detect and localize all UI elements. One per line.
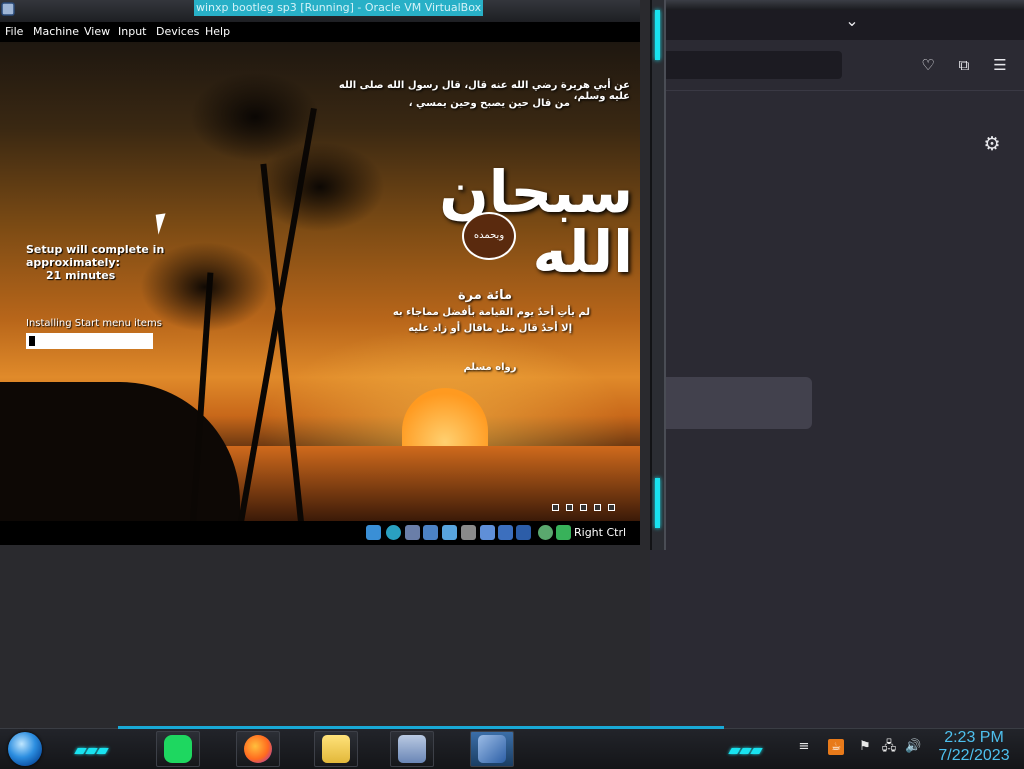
hadith-intro-2: من قال حين يصبح وحين يمسي ، <box>408 98 570 109</box>
virtualbox-app-icon <box>1 2 15 16</box>
hadith-source: رواه مسلم <box>463 362 517 373</box>
screen-icon[interactable] <box>498 525 513 540</box>
menu-view[interactable]: View <box>84 25 110 39</box>
setup-progress-fill <box>29 336 35 346</box>
title-bar[interactable]: winxp bootleg sp3 [Running] - Oracle VM … <box>0 0 640 22</box>
clock-time: 2:23 PM <box>944 729 1004 746</box>
network-icon[interactable] <box>386 525 401 540</box>
taskbar-app-files[interactable] <box>314 731 358 767</box>
taskbar-app-spotify[interactable] <box>156 731 200 767</box>
spotify-icon <box>164 735 192 763</box>
clock-date: 7/22/2023 <box>938 747 1010 764</box>
virtualbox-window: winxp bootleg sp3 [Running] - Oracle VM … <box>0 0 640 545</box>
menu-file[interactable]: File <box>5 25 23 39</box>
menu-machine[interactable]: Machine <box>33 25 79 39</box>
arrow-down-icon[interactable] <box>556 525 571 540</box>
url-bar[interactable] <box>650 51 842 79</box>
settings-icon[interactable]: ⚙ <box>980 132 1004 156</box>
hadith-line-2: إلا أحدٌ قال مثل ماقال أو زاد عليه <box>408 323 572 334</box>
vm-status-bar: Right Ctrl <box>0 521 640 545</box>
taskbar-accent-left <box>74 739 116 754</box>
virtualbox-icon <box>398 735 426 763</box>
flag-icon[interactable]: ⚑ <box>857 739 873 755</box>
display-icon[interactable] <box>442 525 457 540</box>
taskbar-app-winxp-vm[interactable] <box>470 731 514 767</box>
menu-icon[interactable]: ☰ <box>988 54 1012 76</box>
setup-line-2: approximately: <box>26 256 120 269</box>
setup-line-1: Setup will complete in <box>26 243 165 256</box>
taskbar: ≡ ☕ ⚑ 🖧 🔊 2:23 PM 7/22/2023 <box>0 726 1024 769</box>
taskbar-accent-right <box>728 739 770 754</box>
palm-frond <box>255 142 385 232</box>
menu-bar: File Machine View Input Devices Help <box>0 22 640 42</box>
tab-list-icon[interactable]: ⌄ <box>840 10 864 32</box>
taskbar-app-firefox[interactable] <box>236 731 280 767</box>
file-manager-icon <box>322 735 350 763</box>
menu-devices[interactable]: Devices <box>156 25 199 39</box>
pocket-icon[interactable]: ♡ <box>916 54 940 76</box>
network-icon[interactable]: 🖧 <box>881 739 897 755</box>
guest-screen[interactable]: عن أبي هريرة رضي الله عنه قال، قال رسول … <box>0 42 640 521</box>
mouse-cursor <box>155 213 169 235</box>
hadith-line-1: لم يأتِ أحدٌ يوم القيامة بأفضل مماجاء به <box>392 307 590 318</box>
window-frame-edge <box>650 0 666 550</box>
taskbar-app-virtualbox[interactable] <box>390 731 434 767</box>
start-button[interactable] <box>8 732 42 766</box>
window-frame-top <box>662 0 1024 10</box>
hundred-times: مائة مرة <box>457 288 513 303</box>
host-key-label: Right Ctrl <box>574 526 627 539</box>
shared-folders-icon[interactable] <box>423 525 438 540</box>
setup-status: Installing Start menu items <box>26 318 162 329</box>
firefox-icon <box>244 735 272 763</box>
hard-disk-icon[interactable] <box>480 525 495 540</box>
optical-drive-icon[interactable] <box>366 525 381 540</box>
menu-help[interactable]: Help <box>205 25 230 39</box>
pen-icon[interactable] <box>461 525 476 540</box>
window-title: winxp bootleg sp3 [Running] - Oracle VM … <box>194 0 484 16</box>
setup-minutes: 21 minutes <box>46 269 116 282</box>
calligraphy-seal: وبحمده <box>462 212 516 260</box>
extensions-icon[interactable]: ⧉ <box>952 54 976 76</box>
menu-input[interactable]: Input <box>118 25 146 39</box>
java-icon[interactable]: ☕ <box>828 739 844 755</box>
processor-icon[interactable] <box>538 525 553 540</box>
volume-icon[interactable]: 🔊 <box>905 739 921 755</box>
usb-icon[interactable] <box>405 525 420 540</box>
taskbar-accent-strip <box>118 726 724 729</box>
browser-window: ⌄ ♡ ⧉ ☰ ⚙ <box>650 0 1024 729</box>
winxp-vm-icon <box>478 735 506 763</box>
sunset-sun <box>402 388 488 448</box>
vbox-v-icon[interactable] <box>516 525 531 540</box>
content-panel <box>650 377 812 429</box>
setup-progress-bar <box>26 333 153 349</box>
clock[interactable]: 2:23 PM 7/22/2023 <box>930 729 1018 765</box>
setup-time-remaining: Setup will complete in approximately: 21… <box>26 243 164 282</box>
network-monitor-icon[interactable]: ≡ <box>796 739 812 755</box>
